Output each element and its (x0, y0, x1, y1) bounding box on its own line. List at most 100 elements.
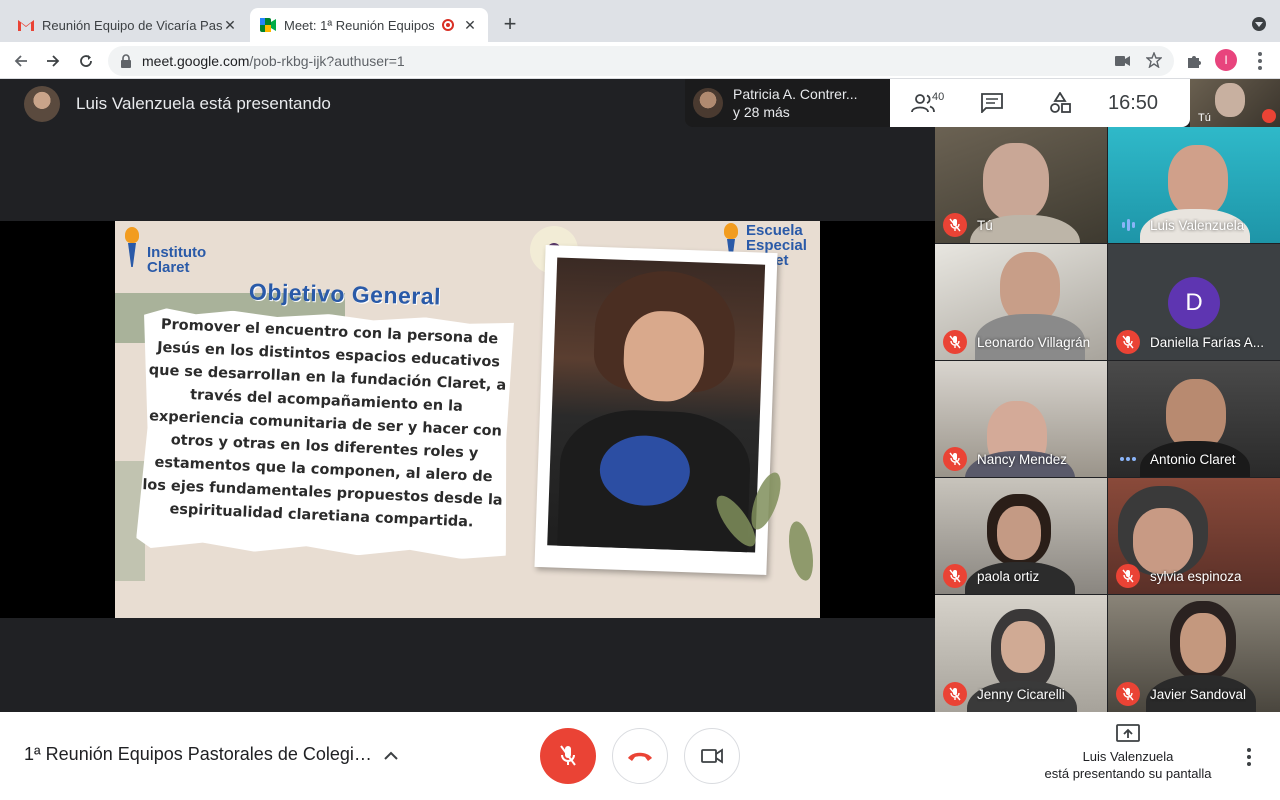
meeting-bottom-bar: 1ª Reunión Equipos Pastorales de Colegio… (0, 712, 1280, 800)
participant-tile[interactable]: paola ortiz (935, 478, 1107, 594)
tab-meet[interactable]: Meet: 1ª Reunión Equipos P ✕ (250, 8, 488, 42)
participant-tile[interactable]: Javier Sandoval (1108, 595, 1280, 712)
mic-off-icon (943, 213, 967, 237)
browser-tab-bar: Reunión Equipo de Vicaría Past ✕ Meet: 1… (0, 0, 1280, 42)
torch-icon (121, 227, 143, 267)
tab-title: Meet: 1ª Reunión Equipos P (284, 17, 434, 33)
leave-call-button[interactable] (612, 728, 668, 784)
chevron-up-icon[interactable] (384, 748, 398, 762)
tab-title: Reunión Equipo de Vicaría Past (42, 17, 222, 33)
meet-icon (260, 17, 276, 33)
participant-avatar (693, 88, 723, 118)
mic-off-icon (943, 447, 967, 471)
mic-off-icon (943, 682, 967, 706)
participant-name: sylvia espinoza (1150, 569, 1242, 584)
arrow-right-icon (47, 55, 60, 67)
participant-name: Antonio Claret (1150, 452, 1236, 467)
toggle-camera-button[interactable] (684, 728, 740, 784)
toggle-mic-button[interactable] (540, 728, 596, 784)
self-video (1215, 83, 1245, 117)
address-bar[interactable]: meet.google.com/pob-rkbg-ijk?authuser=1 (108, 46, 1174, 76)
self-label: Tú (1198, 112, 1211, 124)
tab-gmail[interactable]: Reunión Equipo de Vicaría Past ✕ (8, 8, 248, 42)
participant-name: Tú (977, 218, 993, 233)
forward-button[interactable] (42, 50, 64, 72)
browser-menu-icon[interactable] (1252, 52, 1268, 70)
presenter-text: Luis Valenzuela está presentando (76, 94, 331, 113)
new-tab-button[interactable]: + (498, 12, 522, 36)
participants-preview[interactable]: Patricia A. Contrer... y 28 más (685, 79, 890, 127)
bookmark-star-icon[interactable] (1145, 52, 1163, 68)
participant-name: paola ortiz (977, 569, 1040, 584)
present-line-2: está presentando su pantalla (1044, 766, 1212, 781)
camera-icon (701, 748, 723, 764)
participant-name: Daniella Farías A... (1150, 335, 1265, 350)
arrow-left-icon (14, 55, 27, 67)
more-options-icon[interactable] (1116, 447, 1140, 471)
profile-avatar[interactable]: I (1215, 49, 1237, 71)
present-line-1: Luis Valenzuela (1082, 749, 1174, 764)
logo-instituto-claret: Instituto Claret (121, 227, 206, 275)
url-path: /pob-rkbg-ijk?authuser=1 (249, 53, 405, 69)
people-button[interactable]: 40 (890, 79, 958, 127)
participant-name: Javier Sandoval (1150, 687, 1247, 702)
participant-tile[interactable]: Luis Valenzuela (1108, 127, 1280, 243)
presenter-avatar (24, 86, 60, 122)
logo-text: Claret (147, 259, 190, 276)
reload-icon (80, 55, 92, 67)
participant-preview-more: y 28 más (733, 104, 790, 120)
participant-preview-name: Patricia A. Contrer... (733, 86, 858, 102)
slide-body-text: Promover el encuentro con la persona de … (142, 316, 507, 531)
lock-icon (121, 54, 131, 68)
participant-name: Jenny Cicarelli (977, 687, 1065, 702)
participant-tile[interactable]: Tú (935, 127, 1107, 243)
extensions-puzzle-icon[interactable] (1184, 51, 1204, 71)
mic-off-icon (560, 745, 576, 766)
participant-name: Luis Valenzuela (1150, 218, 1245, 233)
chat-icon (981, 93, 1003, 113)
mic-off-icon (1116, 682, 1140, 706)
speaking-indicator-icon (1116, 213, 1140, 237)
logo-text: Especial (746, 237, 807, 254)
present-screen-icon (1116, 724, 1140, 742)
activities-shapes-icon (1050, 92, 1071, 113)
participant-tile[interactable]: Leonardo Villagrán (935, 244, 1107, 360)
participant-tile[interactable]: Antonio Claret (1108, 361, 1280, 477)
presentation-slide: Instituto Claret Escuela Especial Claret… (115, 221, 820, 618)
mic-off-icon (1116, 564, 1140, 588)
meeting-controls-top: 40 16:50 (890, 79, 1190, 127)
meeting-clock: 16:50 (1108, 91, 1159, 114)
chat-button[interactable] (958, 79, 1026, 127)
hang-up-icon (628, 752, 652, 761)
logo-text: Escuela (746, 222, 803, 239)
participant-tile[interactable]: Nancy Mendez (935, 361, 1107, 477)
tab-search-icon[interactable] (1252, 17, 1266, 31)
browser-toolbar: meet.google.com/pob-rkbg-ijk?authuser=1 … (0, 42, 1280, 79)
back-button[interactable] (10, 50, 32, 72)
close-tab-icon[interactable]: ✕ (222, 17, 238, 34)
mic-off-icon (1262, 109, 1276, 123)
mic-off-icon (943, 564, 967, 588)
camera-in-use-icon[interactable] (1114, 53, 1132, 69)
activities-button[interactable] (1026, 79, 1094, 127)
leaf-decoration (784, 519, 818, 583)
reload-button[interactable] (75, 50, 97, 72)
participant-name: Nancy Mendez (977, 452, 1068, 467)
present-now-button[interactable]: Luis Valenzuela está presentando su pant… (1030, 724, 1226, 782)
meeting-title[interactable]: 1ª Reunión Equipos Pastorales de Colegio… (24, 744, 374, 765)
self-view-tile[interactable]: Tú (1190, 79, 1280, 127)
participant-tile[interactable]: D Daniella Farías A... (1108, 244, 1280, 360)
presenter-bar: Luis Valenzuela está presentando (0, 79, 680, 129)
mic-off-icon (1116, 330, 1140, 354)
participant-tile[interactable]: sylvia espinoza (1108, 478, 1280, 594)
logo-text: Instituto (147, 244, 207, 261)
participant-count: 40 (932, 91, 945, 103)
mic-off-icon (943, 330, 967, 354)
recording-icon (442, 19, 454, 31)
more-options-icon[interactable] (1243, 748, 1255, 766)
participant-name: Leonardo Villagrán (977, 335, 1091, 350)
gmail-icon (18, 17, 34, 33)
participant-grid: Tú Luis Valenzuela Leonardo Villagrán D … (935, 127, 1280, 712)
participant-tile[interactable]: Jenny Cicarelli (935, 595, 1107, 712)
close-tab-icon[interactable]: ✕ (462, 17, 478, 34)
